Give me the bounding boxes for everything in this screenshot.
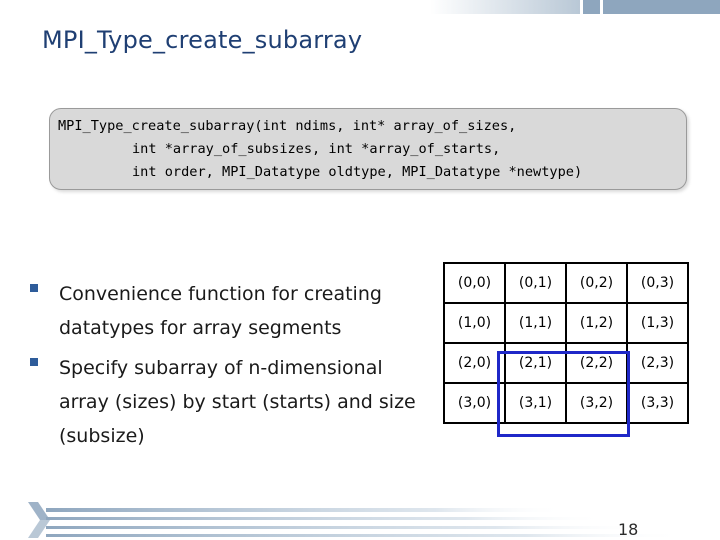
bottom-stripe <box>46 517 606 520</box>
code-line-1: MPI_Type_create_subarray(int ndims, int*… <box>58 118 517 134</box>
grid-cell: (0,2) <box>565 262 628 304</box>
grid-cell: (0,0) <box>443 262 506 304</box>
square-bullet-icon <box>30 284 38 292</box>
grid-cell: (0,1) <box>504 262 567 304</box>
grid-row: (1,0) (1,1) (1,2) (1,3) <box>443 302 689 344</box>
top-stripe-left <box>430 0 580 14</box>
top-stripe-divider <box>580 0 583 14</box>
code-signature-box: MPI_Type_create_subarray(int ndims, int*… <box>49 108 687 190</box>
bottom-stripe <box>46 508 566 512</box>
grid-cell: (2,3) <box>626 342 689 384</box>
bottom-stripe <box>46 534 686 537</box>
grid-cell: (3,3) <box>626 382 689 424</box>
subarray-highlight <box>497 351 630 437</box>
bottom-stripe <box>46 526 646 529</box>
bullet-text: Convenience function for creating dataty… <box>59 283 382 339</box>
grid-cell: (0,3) <box>626 262 689 304</box>
grid-cell: (1,0) <box>443 302 506 344</box>
grid-cell: (3,0) <box>443 382 506 424</box>
bullet-text: Specify subarray of n-dimensional array … <box>59 357 416 447</box>
grid-row: (0,0) (0,1) (0,2) (0,3) <box>443 262 689 304</box>
code-line-2: int *array_of_subsizes, int *array_of_st… <box>132 141 501 157</box>
top-stripe-divider <box>600 0 603 14</box>
slide-title: MPI_Type_create_subarray <box>42 26 363 54</box>
page-number: 18 <box>618 520 639 539</box>
grid-cell: (1,3) <box>626 302 689 344</box>
grid-cell: (1,1) <box>504 302 567 344</box>
grid-cell: (2,0) <box>443 342 506 384</box>
top-decoration <box>430 0 720 14</box>
grid-cell: (1,2) <box>565 302 628 344</box>
bottom-decoration <box>28 502 686 538</box>
square-bullet-icon <box>30 358 38 366</box>
code-line-3: int order, MPI_Datatype oldtype, MPI_Dat… <box>132 164 583 180</box>
